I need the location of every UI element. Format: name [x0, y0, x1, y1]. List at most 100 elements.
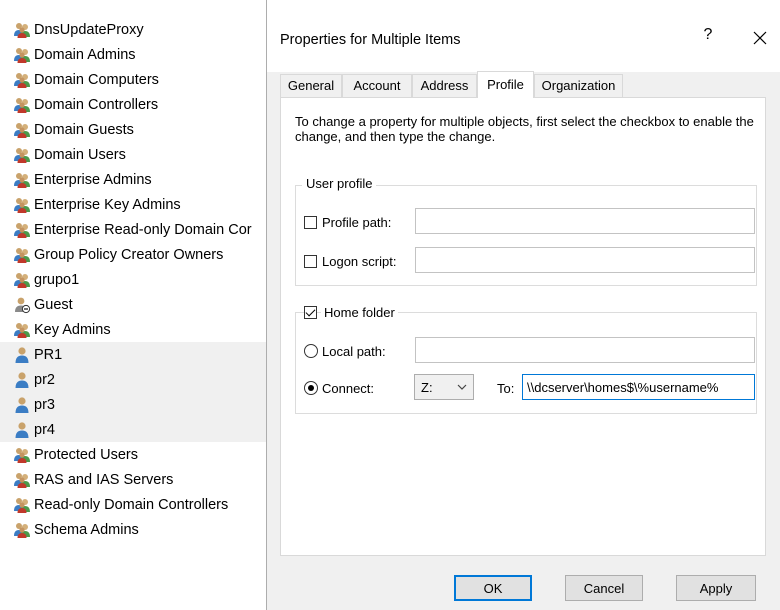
list-item[interactable]: Domain Computers [0, 67, 268, 92]
group-icon [14, 47, 30, 63]
instructions-text: To change a property for multiple object… [295, 114, 754, 144]
list-item-label: Guest [34, 296, 73, 313]
ok-button[interactable]: OK [454, 575, 532, 601]
list-item[interactable]: pr3 [0, 392, 268, 417]
list-item-label: RAS and IAS Servers [34, 471, 174, 488]
list-item-label: PR1 [34, 346, 63, 363]
list-item-label: Enterprise Admins [34, 171, 152, 188]
list-item-label: Protected Users [34, 446, 138, 463]
profile-path-checkbox[interactable] [304, 216, 317, 229]
group-icon [14, 147, 30, 163]
local-path-label: Local path: [322, 344, 386, 359]
tab-general[interactable]: General [280, 74, 342, 97]
list-item-label: Enterprise Read-only Domain Cor [34, 221, 252, 238]
list-item[interactable]: Protected Users [0, 442, 268, 467]
tab-organization[interactable]: Organization [534, 74, 623, 97]
local-path-input[interactable] [415, 337, 755, 363]
dialog-title: Properties for Multiple Items [280, 32, 461, 48]
list-item[interactable]: DnsUpdateProxy [0, 17, 268, 42]
group-icon [14, 22, 30, 38]
list-item-label: Enterprise Key Admins [34, 196, 181, 213]
list-item[interactable]: Enterprise Admins [0, 167, 268, 192]
profile-path-label: Profile path: [322, 215, 392, 230]
list-item-label: Group Policy Creator Owners [34, 246, 224, 263]
profile-tab-panel: To change a property for multiple object… [280, 97, 766, 556]
group-icon [14, 197, 30, 213]
profile-path-input[interactable] [415, 208, 755, 234]
list-item-label: Domain Users [34, 146, 126, 163]
list-item-label: DnsUpdateProxy [34, 21, 144, 38]
group-icon [14, 497, 30, 513]
list-item-label: Domain Computers [34, 71, 159, 88]
group-icon [14, 72, 30, 88]
user-icon [15, 421, 29, 438]
user-profile-legend: User profile [302, 176, 377, 191]
group-icon [14, 122, 30, 138]
list-item[interactable]: Domain Users [0, 142, 268, 167]
list-item[interactable]: pr2 [0, 367, 268, 392]
home-folder-label: Home folder [321, 305, 398, 320]
connect-label: Connect: [322, 381, 375, 396]
list-item[interactable]: Read-only Domain Controllers [0, 492, 268, 517]
chevron-down-icon [457, 384, 467, 390]
connect-to-label: To: [497, 381, 515, 396]
list-item-label: Domain Admins [34, 46, 136, 63]
drive-letter-value: Z: [421, 380, 433, 395]
group-icon [14, 97, 30, 113]
list-item[interactable]: Enterprise Read-only Domain Cor [0, 217, 268, 242]
group-icon [14, 272, 30, 288]
properties-dialog: Properties for Multiple Items ? General … [266, 0, 780, 610]
apply-button[interactable]: Apply [676, 575, 756, 601]
group-icon [14, 172, 30, 188]
help-button[interactable]: ? [697, 26, 719, 52]
list-item-label: pr4 [34, 421, 55, 438]
logon-script-label: Logon script: [322, 254, 397, 269]
list-item-label: Key Admins [34, 321, 111, 338]
list-item[interactable]: Domain Guests [0, 117, 268, 142]
local-path-radio[interactable] [304, 344, 318, 358]
home-folder-checkbox[interactable] [304, 306, 317, 319]
list-item[interactable]: Domain Controllers [0, 92, 268, 117]
list-item[interactable]: Key Admins [0, 317, 268, 342]
list-item[interactable]: RAS and IAS Servers [0, 467, 268, 492]
connect-radio[interactable] [304, 381, 318, 395]
user-icon [15, 371, 29, 388]
list-item-label: grupo1 [34, 271, 80, 288]
list-scroll-remnant [0, 0, 268, 6]
home-folder-path-input[interactable] [522, 374, 755, 400]
dialog-titlebar: Properties for Multiple Items ? [267, 0, 780, 72]
group-icon [14, 322, 30, 338]
tab-profile[interactable]: Profile [477, 71, 534, 98]
group-icon [14, 247, 30, 263]
close-icon [753, 31, 767, 45]
list-item[interactable]: Guest [0, 292, 268, 317]
list-item[interactable]: grupo1 [0, 267, 268, 292]
list-item-label: Schema Admins [34, 521, 139, 538]
logon-script-input[interactable] [415, 247, 755, 273]
list-item[interactable]: Group Policy Creator Owners [0, 242, 268, 267]
group-icon [14, 447, 30, 463]
list-item-label: pr2 [34, 371, 55, 388]
list-item[interactable]: PR1 [0, 342, 268, 367]
object-list: DnsUpdateProxy Domain Admins Domain Comput… [0, 0, 268, 610]
drive-letter-select[interactable]: Z: [414, 374, 474, 400]
group-icon [14, 472, 30, 488]
cancel-button[interactable]: Cancel [565, 575, 643, 601]
tab-account[interactable]: Account [342, 74, 412, 97]
list-item[interactable]: Domain Admins [0, 42, 268, 67]
list-item[interactable]: Schema Admins [0, 517, 268, 542]
user-icon [15, 396, 29, 413]
tab-address[interactable]: Address [412, 74, 477, 97]
list-item-label: Domain Guests [34, 121, 134, 138]
user-icon [15, 346, 29, 363]
logon-script-checkbox[interactable] [304, 255, 317, 268]
group-icon [14, 222, 30, 238]
list-item[interactable]: Enterprise Key Admins [0, 192, 268, 217]
disabled-user-icon [15, 297, 31, 313]
group-icon [14, 522, 30, 538]
list-item-label: pr3 [34, 396, 55, 413]
list-item[interactable]: pr4 [0, 417, 268, 442]
list-item-label: Read-only Domain Controllers [34, 496, 229, 513]
list-item-label: Domain Controllers [34, 96, 159, 113]
close-button[interactable] [747, 24, 773, 52]
